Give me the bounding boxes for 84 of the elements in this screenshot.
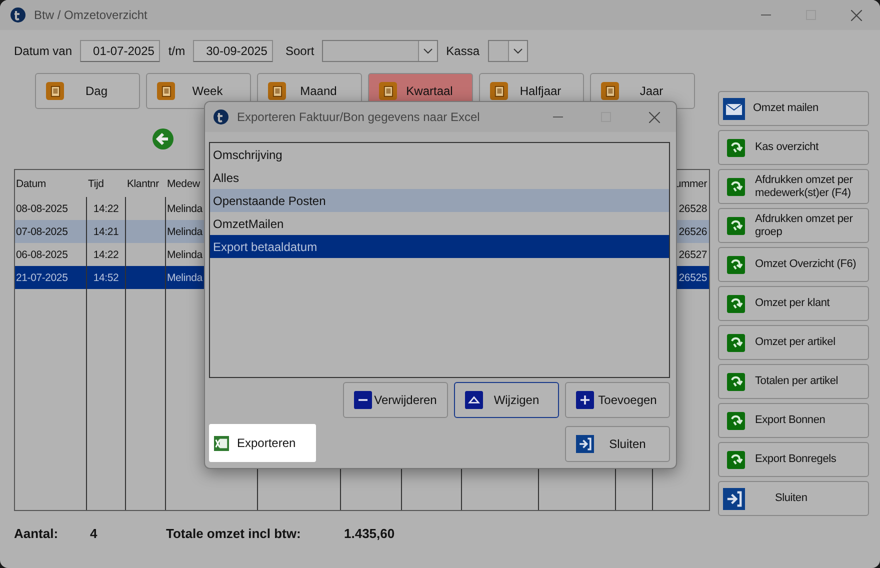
- action-button[interactable]: Omzet mailen: [718, 91, 869, 126]
- chevron-down-icon: [423, 48, 434, 54]
- spreadsheet-icon: [214, 436, 229, 450]
- total-label: Totale omzet incl btw:: [166, 526, 302, 541]
- chevron-down-icon: [512, 48, 523, 54]
- refresh-icon: [727, 138, 745, 156]
- action-button[interactable]: Afdrukken omzet per groep: [718, 208, 869, 243]
- table-cell: 14:52: [93, 272, 119, 284]
- list-item[interactable]: Openstaande Posten: [210, 189, 669, 212]
- date-to-label: t/m: [168, 44, 186, 58]
- app-logo-icon: [10, 7, 26, 23]
- table-cell: Melinda: [167, 226, 202, 238]
- action-button[interactable]: Sluiten: [718, 481, 869, 516]
- date-from-field[interactable]: 01-07-2025: [80, 40, 160, 62]
- close-icon[interactable]: [851, 10, 862, 20]
- period-button[interactable]: Dag: [35, 73, 140, 109]
- dialog-title: Exporteren Faktuur/Bon gegevens naar Excel: [237, 110, 480, 124]
- count-value: 4: [90, 526, 98, 541]
- close-icon[interactable]: [649, 112, 660, 122]
- column-header: Omschrijving: [213, 148, 282, 162]
- exit-icon: [723, 488, 745, 510]
- document-icon: [379, 82, 397, 100]
- action-button[interactable]: Totalen per artikel: [718, 364, 869, 399]
- table-cell: 14:22: [93, 202, 119, 214]
- exit-icon: [576, 435, 594, 453]
- table-cell: Melinda: [167, 272, 202, 284]
- table-cell: 26527: [678, 248, 707, 260]
- table-cell: 08-08-2025: [16, 202, 68, 214]
- column-header: Klantnr: [127, 178, 159, 190]
- period-button[interactable]: Week: [146, 73, 251, 109]
- column-header: Tijd: [88, 178, 104, 190]
- action-button[interactable]: Kas overzicht: [718, 130, 869, 165]
- type-dropdown[interactable]: [322, 40, 438, 62]
- window-title: Btw / Omzetoverzicht: [34, 8, 148, 22]
- action-button[interactable]: Export Bonregels: [718, 442, 869, 477]
- table-cell: 26526: [678, 226, 707, 238]
- table-cell: 14:22: [93, 248, 119, 260]
- dialog-button[interactable]: Verwijderen: [343, 382, 448, 418]
- minus-icon: [354, 391, 372, 409]
- date-from-label: Datum van: [14, 44, 72, 58]
- dialog-button[interactable]: Wijzigen: [454, 382, 559, 418]
- table-cell: Melinda: [167, 248, 202, 260]
- table-cell: 26528: [678, 202, 707, 214]
- column-header: Medew: [167, 178, 200, 190]
- table-cell: 07-08-2025: [16, 226, 68, 238]
- document-icon: [268, 82, 286, 100]
- close-button[interactable]: Sluiten: [565, 426, 670, 462]
- list-item[interactable]: Alles: [210, 166, 669, 189]
- refresh-icon: [727, 216, 745, 234]
- app-logo-icon: [213, 109, 229, 125]
- count-label: Aantal:: [14, 526, 60, 541]
- document-icon: [46, 82, 64, 100]
- list-item[interactable]: OmzetMailen: [210, 212, 669, 235]
- table-cell: 26525: [678, 272, 707, 284]
- refresh-icon: [727, 450, 745, 468]
- document-icon: [490, 82, 508, 100]
- type-label: Soort: [285, 44, 314, 58]
- refresh-icon: [727, 256, 745, 274]
- plus-icon: [576, 391, 594, 409]
- table-cell: 14:21: [93, 226, 119, 238]
- document-icon: [601, 82, 619, 100]
- document-icon: [157, 82, 175, 100]
- register-dropdown[interactable]: [488, 40, 528, 62]
- register-label: Kassa: [446, 44, 480, 58]
- action-button[interactable]: Omzet Overzicht (F6): [718, 247, 869, 282]
- refresh-icon: [727, 178, 745, 196]
- refresh-icon: [727, 334, 745, 352]
- export-button[interactable]: Exporteren: [209, 424, 316, 462]
- dialog-button[interactable]: Toevoegen: [565, 382, 670, 418]
- action-button[interactable]: Omzet per klant: [718, 286, 869, 321]
- table-cell: 06-08-2025: [16, 248, 68, 260]
- table-cell: 21-07-2025: [16, 272, 68, 284]
- table-cell: Melinda: [167, 202, 202, 214]
- refresh-icon: [727, 294, 745, 312]
- action-button[interactable]: Omzet per artikel: [718, 325, 869, 360]
- action-button[interactable]: Afdrukken omzet per medewerk(st)er (F4): [718, 169, 869, 204]
- action-button[interactable]: Export Bonnen: [718, 403, 869, 438]
- date-to-field[interactable]: 30-09-2025: [193, 40, 274, 62]
- column-header: Datum: [16, 178, 46, 190]
- refresh-icon: [727, 372, 745, 390]
- mail-icon: [723, 98, 745, 120]
- list-item[interactable]: Export betaaldatum: [210, 235, 669, 258]
- refresh-icon: [727, 412, 745, 430]
- total-value: 1.435,60: [344, 526, 395, 541]
